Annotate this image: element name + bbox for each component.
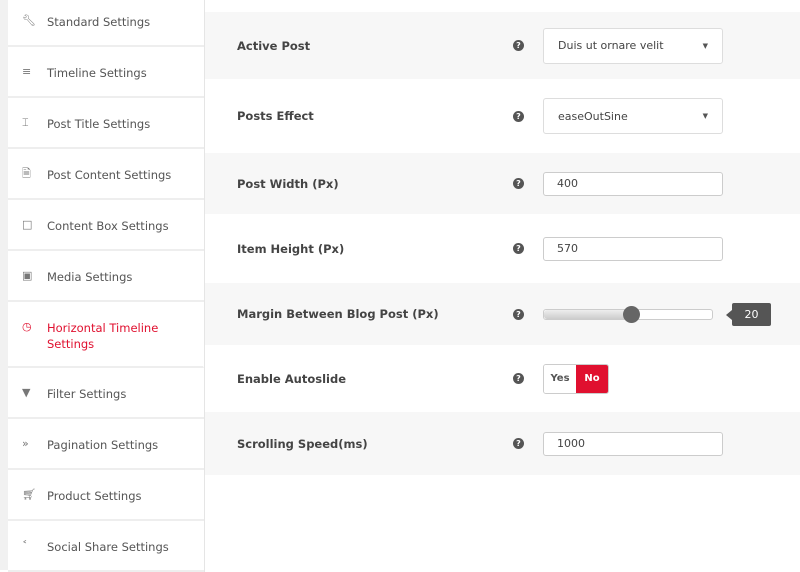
toggle-yes[interactable]: Yes: [544, 364, 576, 393]
margin-slider[interactable]: [543, 305, 713, 323]
toggle-no[interactable]: No: [576, 364, 608, 393]
help-icon[interactable]: ?: [513, 373, 524, 384]
sidebar-item-post-title-settings[interactable]: ⌶ Post Title Settings: [8, 98, 204, 149]
setting-row-item-height: Item Height (Px) ? 570: [205, 214, 800, 283]
share-icon: ˂: [22, 539, 28, 552]
slider-value-badge: 20: [726, 302, 771, 326]
settings-panel: Active Post ? Duis ut ornare velit ▼ Post…: [205, 12, 800, 475]
chevron-down-icon: ▼: [702, 41, 708, 50]
sidebar-item-timeline-settings[interactable]: ≡ Timeline Settings: [8, 47, 204, 98]
setting-row-autoslide: Enable Autoslide ? Yes No: [205, 345, 800, 412]
cart-icon: 🛒︎: [22, 488, 36, 501]
filter-icon: ▼: [22, 386, 31, 399]
setting-label: Enable Autoslide: [237, 371, 347, 386]
scroll-speed-input[interactable]: 1000: [543, 431, 723, 456]
active-post-select[interactable]: Duis ut ornare velit ▼: [543, 27, 723, 64]
left-gutter: [0, 0, 8, 570]
help-icon[interactable]: ?: [513, 110, 524, 122]
help-icon[interactable]: ?: [513, 308, 524, 320]
item-height-input[interactable]: 570: [543, 236, 723, 261]
setting-label: Posts Effect: [237, 109, 314, 123]
slider-fill: [544, 309, 632, 319]
image-icon: ▣: [22, 269, 33, 282]
help-icon[interactable]: ?: [513, 243, 524, 254]
sidebar-item-standard-settings[interactable]: 🔧︎ Standard Settings: [8, 0, 204, 47]
posts-effect-select[interactable]: easeOutSine ▼: [543, 98, 723, 134]
sidebar-item-pagination-settings[interactable]: » Pagination Settings: [8, 419, 204, 470]
square-icon: □: [22, 218, 33, 231]
help-icon[interactable]: ?: [513, 438, 524, 449]
sidebar-item-media-settings[interactable]: ▣ Media Settings: [8, 251, 204, 302]
setting-row-active-post: Active Post ? Duis ut ornare velit ▼: [205, 12, 800, 79]
text-height-icon: ⌶: [22, 116, 29, 129]
select-value: Duis ut ornare velit: [558, 39, 664, 52]
help-icon[interactable]: ?: [513, 40, 524, 51]
align-center-icon: ≡: [22, 65, 32, 78]
slider-handle[interactable]: [623, 305, 641, 323]
post-width-input[interactable]: 400: [543, 171, 723, 196]
setting-label: Active Post: [237, 38, 311, 53]
setting-row-post-width: Post Width (Px) ? 400: [205, 153, 800, 214]
double-chevron-icon: »: [22, 437, 29, 450]
clock-icon: ◷: [22, 320, 32, 333]
file-icon: 🗎: [22, 167, 31, 180]
setting-row-posts-effect: Posts Effect ? easeOutSine ▼: [205, 79, 800, 153]
setting-row-margin: Margin Between Blog Post (Px) ? 20: [205, 283, 800, 345]
sidebar-item-horizontal-timeline-settings[interactable]: ◷ Horizontal Timeline Settings: [8, 302, 204, 368]
setting-label: Scrolling Speed(ms): [237, 436, 368, 451]
autoslide-toggle: Yes No: [543, 363, 609, 394]
setting-label: Item Height (Px): [237, 241, 345, 256]
setting-row-scroll-speed: Scrolling Speed(ms) ? 1000: [205, 412, 800, 475]
help-icon[interactable]: ?: [513, 178, 524, 189]
sidebar-item-social-share-settings[interactable]: ˂ Social Share Settings: [8, 521, 204, 572]
wrench-icon: 🔧︎: [22, 14, 36, 27]
setting-label: Margin Between Blog Post (Px): [237, 307, 439, 321]
sidebar-item-post-content-settings[interactable]: 🗎 Post Content Settings: [8, 149, 204, 200]
chevron-down-icon: ▼: [702, 112, 708, 120]
sidebar-item-filter-settings[interactable]: ▼ Filter Settings: [8, 368, 204, 419]
sidebar-item-content-box-settings[interactable]: □ Content Box Settings: [8, 200, 204, 251]
settings-sidebar: 🔧︎ Standard Settings ≡ Timeline Settings ⌶…: [8, 0, 205, 572]
sidebar-item-product-settings[interactable]: 🛒︎ Product Settings: [8, 470, 204, 521]
select-value: easeOutSine: [558, 109, 628, 123]
setting-label: Post Width (Px): [237, 176, 339, 191]
